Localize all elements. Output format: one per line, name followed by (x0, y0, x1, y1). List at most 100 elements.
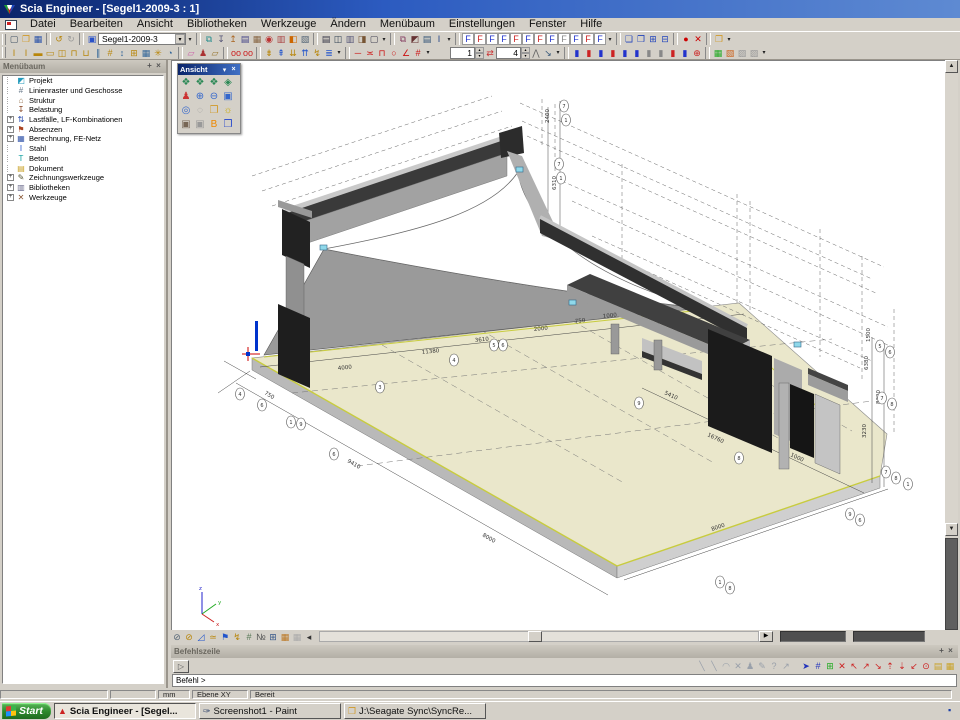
open-view-icon[interactable]: ❐ (207, 104, 221, 118)
menu-bibliotheken[interactable]: Bibliotheken (180, 18, 254, 30)
tree-item-beton[interactable]: TBeton (3, 154, 163, 164)
rendered-icon[interactable]: ⊘ (183, 631, 195, 643)
fast-view-10[interactable]: F (570, 33, 582, 45)
activity-icon-6[interactable]: ▮ (631, 47, 643, 59)
colors-display-icon[interactable]: ▦ (279, 631, 291, 643)
command-mode-button[interactable]: ▷ (173, 660, 189, 673)
document-icon[interactable]: ▥ (344, 33, 356, 45)
menu-ansicht[interactable]: Ansicht (130, 18, 180, 30)
activity-icon-3[interactable]: ▮ (595, 47, 607, 59)
grid-step-icon[interactable]: ⊞ (824, 660, 836, 672)
export-icon[interactable]: ↥ (227, 33, 239, 45)
tree-item-werkzeuge[interactable]: +✕Werkzeuge (3, 192, 163, 202)
filter-icon[interactable]: ▨ (736, 47, 748, 59)
loads-display-icon[interactable]: ↯ (231, 631, 243, 643)
fast-view-8[interactable]: F (546, 33, 558, 45)
tree-item-belastung[interactable]: ↧Belastung (3, 105, 163, 115)
tendon-icon[interactable]: ✳ (152, 47, 164, 59)
osnap-perpendicular-icon[interactable]: ⇡ (884, 660, 896, 672)
save-view2-icon[interactable]: ▣ (193, 118, 207, 132)
surface-display-icon[interactable]: ≃ (207, 631, 219, 643)
hinge-icon[interactable]: ↕ (116, 47, 128, 59)
wind-load-icon[interactable]: ↯ (311, 47, 323, 59)
zoom-in-icon[interactable]: ⊕ (193, 90, 207, 104)
new-file-icon[interactable]: ▢ (8, 33, 20, 45)
menu-einstellungen[interactable]: Einstellungen (442, 18, 522, 30)
gallery-icon[interactable]: ▦ (251, 33, 263, 45)
scale-spinner-1-value[interactable]: 1 (450, 47, 475, 59)
expand-plus-icon[interactable]: + (7, 174, 14, 181)
menu-bearbeiten[interactable]: Bearbeiten (63, 18, 130, 30)
print-icon[interactable]: ▤ (320, 33, 332, 45)
draw-rect-icon[interactable]: ⊓ (376, 47, 388, 59)
fast-view-6[interactable]: F (522, 33, 534, 45)
ansicht-titlebar[interactable]: Ansicht ▾ × (178, 64, 240, 75)
tree-item-berechnungfenetz[interactable]: +▦Berechnung, FE-Netz (3, 134, 163, 144)
slab-icon[interactable]: ▬ (32, 47, 44, 59)
tree-item-struktur[interactable]: ⌂Struktur (3, 95, 163, 105)
column-icon[interactable]: I (20, 47, 32, 59)
folder-icon[interactable]: ❐ (713, 33, 725, 45)
tree-item-dokument[interactable]: ▤Dokument (3, 163, 163, 173)
folder-dropdown[interactable]: ▾ (725, 33, 733, 45)
undo-icon[interactable]: ↺ (53, 33, 65, 45)
scale-spinner-1[interactable]: 1▴▾ (450, 47, 484, 59)
scroll-up-arrow[interactable]: ▲ (945, 60, 958, 73)
wireframe-icon[interactable]: ⊘ (171, 631, 183, 643)
pin-icon[interactable]: + (937, 647, 946, 656)
support-icon[interactable]: ⊞ (128, 47, 140, 59)
plane-icon[interactable]: ▱ (209, 47, 221, 59)
tree-item-zeichnungswerkzeuge[interactable]: +✎Zeichnungswerkzeuge (3, 173, 163, 183)
pin-icon[interactable]: + (145, 62, 154, 71)
delete-icon[interactable]: ✕ (692, 33, 704, 45)
spin-down-icon[interactable]: ▾ (521, 53, 530, 59)
command-input[interactable]: Befehl > (172, 674, 957, 687)
menu-werkzeuge[interactable]: Werkzeuge (254, 18, 323, 30)
axis-display-icon[interactable]: ◿ (195, 631, 207, 643)
clipboard-view-icon[interactable]: B (207, 118, 221, 132)
print-preview-icon[interactable]: ◫ (332, 33, 344, 45)
zoom-window-icon[interactable]: ▣ (221, 90, 235, 104)
activity-icon-4[interactable]: ▮ (607, 47, 619, 59)
spin-down-icon[interactable]: ▾ (475, 53, 484, 59)
chevron-down-icon[interactable]: ▾ (175, 34, 185, 44)
project-manager-icon[interactable]: ▣ (86, 33, 98, 45)
grid-snap-icon[interactable]: # (812, 660, 824, 672)
project-combobox[interactable]: Segel1-2009-3▾ (98, 33, 186, 45)
import-icon[interactable]: ↧ (215, 33, 227, 45)
tree-item-stahl[interactable]: IStahl (3, 144, 163, 154)
close-icon[interactable]: × (946, 647, 955, 656)
window-grid-icon[interactable]: ⊞ (647, 33, 659, 45)
mesh-display-icon[interactable]: # (243, 631, 255, 643)
view-x-icon[interactable]: ❖ (179, 76, 193, 90)
record-icon[interactable]: ● (680, 33, 692, 45)
activity-icon-2[interactable]: ▮ (583, 47, 595, 59)
fast-view-4[interactable]: F (498, 33, 510, 45)
mdi-child-icon[interactable] (5, 20, 17, 30)
edit-icon[interactable]: ✎ (756, 660, 768, 672)
osnap-midpoint-icon[interactable]: ↗ (860, 660, 872, 672)
fast-view-7[interactable]: F (534, 33, 546, 45)
numbering-icon[interactable]: № (255, 631, 267, 643)
window-titlebar[interactable]: Scia Engineer - [Segel1-2009-3 : 1] (0, 0, 960, 18)
tree-item-bibliotheken[interactable]: +▥Bibliotheken (3, 183, 163, 193)
osnap-center-icon[interactable]: ⊙ (920, 660, 932, 672)
text-cursor-icon[interactable]: I (433, 33, 445, 45)
fast-view-1[interactable]: F (462, 33, 474, 45)
expand-plus-icon[interactable]: + (7, 116, 14, 123)
docked-pane-2[interactable] (853, 631, 925, 642)
horizontal-scroll-thumb[interactable] (528, 631, 542, 642)
activity-icon-7[interactable]: ▮ (643, 47, 655, 59)
point-load-icon[interactable]: ⇟ (263, 47, 275, 59)
select-icon[interactable]: ♟ (744, 660, 756, 672)
command-header[interactable]: Befehlszeile + × (171, 645, 958, 658)
draw-circle-icon[interactable]: ○ (388, 47, 400, 59)
erase-icon[interactable]: ✕ (732, 660, 744, 672)
view-axo-icon[interactable]: ◈ (221, 76, 235, 90)
expand-plus-icon[interactable]: + (7, 126, 14, 133)
start-button[interactable]: Start (2, 703, 51, 719)
tree-item-absenzen[interactable]: +⚑Absenzen (3, 124, 163, 134)
temperature-load-icon[interactable]: ⇈ (299, 47, 311, 59)
osnap-endpoint-icon[interactable]: ↖ (848, 660, 860, 672)
draw-grid-icon[interactable]: # (412, 47, 424, 59)
